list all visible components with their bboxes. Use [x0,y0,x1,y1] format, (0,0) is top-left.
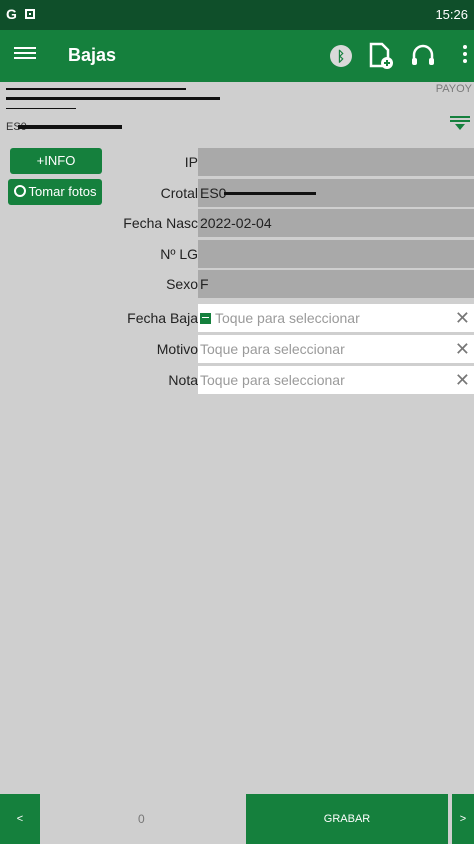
prev-button[interactable]: < [0,794,40,844]
save-button[interactable]: GRABAR [246,794,448,844]
clear-icon[interactable]: ✕ [455,304,470,332]
status-time: 15:26 [435,7,468,22]
take-photos-label: Tomar fotos [28,184,97,199]
status-bar: G 15:26 [0,0,474,30]
field-label-motivo: Motivo [156,341,198,357]
add-document-icon[interactable] [368,42,394,70]
record-counter: 0 [138,812,145,826]
bluetooth-icon[interactable]: ᛒ [330,42,356,70]
redacted-text [6,88,186,90]
select-placeholder: Toque para seleccionar [215,310,360,326]
info-button[interactable]: +INFO [10,148,102,174]
info-button-label: +INFO [36,153,76,168]
select-placeholder: Toque para seleccionar [200,372,345,388]
select-fecha_baja[interactable]: Toque para seleccionar ✕ [198,304,474,332]
clear-icon[interactable]: ✕ [455,335,470,363]
headset-icon[interactable] [410,42,436,70]
select-placeholder: Toque para seleccionar [200,341,345,357]
field-ip [198,148,474,176]
camera-icon [13,185,26,197]
field-label-sexo: Sexo [166,276,198,292]
field-label-fecha_baja: Fecha Baja [127,310,198,326]
status-icons: G [6,6,35,22]
field-fecha_nasc: 2022-02-04 [198,209,474,237]
field-label-crotal: Crotal [160,184,198,201]
redacted-text [6,97,220,100]
redacted-text [18,125,122,129]
next-button[interactable]: > [452,794,474,844]
redacted-text [6,108,76,109]
page-title: Bajas [68,45,117,65]
calendar-icon [200,313,211,324]
field-no_lg [198,239,474,268]
farm-label: PAYOY [435,83,472,95]
filter-icon[interactable] [450,114,470,130]
notification-icon [24,9,35,19]
field-label-nota: Nota [168,372,198,388]
menu-icon[interactable] [14,44,36,62]
take-photos-button[interactable]: Tomar fotos [8,179,102,205]
more-vert-icon[interactable] [452,42,474,70]
field-sexo: F [198,270,474,298]
field-label-fecha_nasc: Fecha Nasc [123,215,198,231]
clear-icon[interactable]: ✕ [455,366,470,394]
field-label-no_lg: Nº LG [160,245,198,262]
g-icon: G [6,6,17,22]
app-bar: Bajas ᛒ [0,30,474,82]
redacted-text [224,191,316,195]
field-label-ip: IP [184,154,198,170]
select-motivo[interactable]: Toque para seleccionar ✕ [198,335,474,363]
select-nota[interactable]: Toque para seleccionar ✕ [198,366,474,394]
